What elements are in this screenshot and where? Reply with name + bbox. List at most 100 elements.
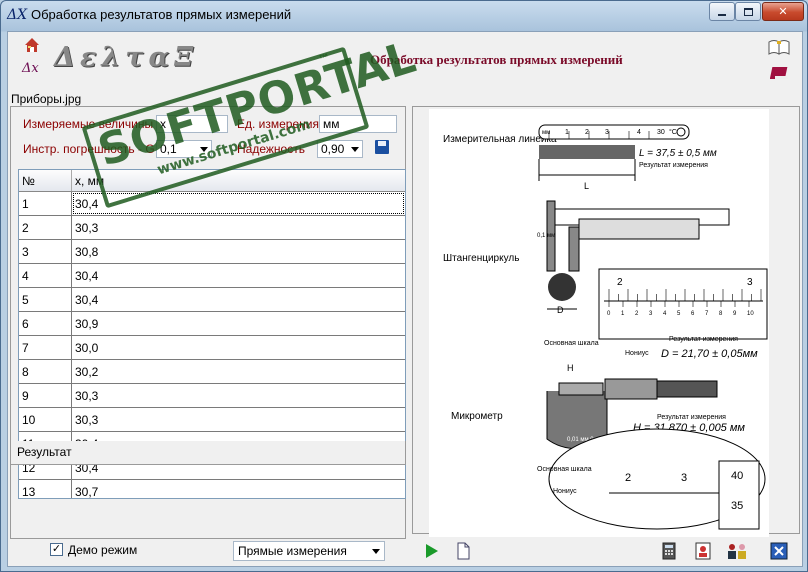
table-row[interactable]: 2 30,3 xyxy=(19,216,405,240)
chevron-down-icon xyxy=(200,147,208,152)
minimize-icon xyxy=(718,13,726,16)
table-row[interactable]: 5 30,4 xyxy=(19,288,405,312)
table-row[interactable]: 7 30,0 xyxy=(19,336,405,360)
logo-small: Δx xyxy=(22,61,39,76)
row-value[interactable]: 30,4 xyxy=(72,288,405,311)
row-value[interactable]: 30,4 xyxy=(72,192,405,215)
home-icon[interactable] xyxy=(24,37,40,53)
row-value[interactable]: 30,3 xyxy=(72,408,405,431)
chevron-down-icon xyxy=(372,549,380,554)
column-header-value[interactable]: x, мм xyxy=(72,170,405,191)
close-button[interactable]: ✕ xyxy=(762,2,804,21)
mode-select[interactable]: Прямые измерения xyxy=(233,541,385,561)
book-icon[interactable] xyxy=(768,38,790,56)
new-document-icon[interactable] xyxy=(454,542,472,560)
save-icon[interactable] xyxy=(375,140,389,154)
row-value[interactable]: 30,2 xyxy=(72,360,405,383)
row-number: 3 xyxy=(19,240,72,263)
image-filename: Приборы.jpg xyxy=(11,92,82,106)
row-value[interactable]: 30,3 xyxy=(72,384,405,407)
table-header: № x, мм xyxy=(19,170,405,192)
demo-checkbox[interactable]: ✓ xyxy=(50,543,63,556)
micro-thimble-b: 35 xyxy=(731,500,743,512)
row-number: 2 xyxy=(19,216,72,239)
instrument-image: Измерительная линейка мм 1 2 3 4 30 °C L… xyxy=(429,109,769,537)
close-icon: ✕ xyxy=(778,6,788,18)
ruler-tick: 3 xyxy=(605,129,609,136)
row-value[interactable]: 30,4 xyxy=(72,264,405,287)
micro-scale-a: 2 xyxy=(625,472,631,484)
users-icon[interactable] xyxy=(724,542,750,560)
bottom-toolbar: ✓ Демо режим Прямые измерения xyxy=(8,538,804,568)
error-select[interactable]: 0,1 xyxy=(156,140,212,158)
table-row[interactable]: 9 30,3 xyxy=(19,384,405,408)
row-value[interactable]: 30,3 xyxy=(72,216,405,239)
caliper-scale-a: 2 xyxy=(617,277,623,288)
row-number: 5 xyxy=(19,288,72,311)
page-heading: Обработка результатов прямых измерений xyxy=(370,52,623,67)
micro-thimble-a: 40 xyxy=(731,470,743,482)
table-row[interactable]: 1 30,4 xyxy=(19,192,405,216)
row-number: 7 xyxy=(19,336,72,359)
ruler-tick: 4 xyxy=(637,129,641,136)
image-panel: Измерительная линейка мм 1 2 3 4 30 °C L… xyxy=(412,106,800,537)
calculator-icon[interactable] xyxy=(660,542,678,560)
ruler-result: L = 37,5 ± 0,5 мм xyxy=(639,148,717,159)
caliper-result-caption: Результат измерения xyxy=(669,336,738,343)
row-value[interactable]: 30,7 xyxy=(72,480,405,498)
caliper-scale-b: 3 xyxy=(747,277,753,288)
ruler-caption: Результат измерения xyxy=(639,162,708,169)
reliability-label: Надежность xyxy=(237,142,305,156)
table-row[interactable]: 4 30,4 xyxy=(19,264,405,288)
caliper-nonius: Нониус xyxy=(625,350,649,357)
title-bar[interactable]: ΔX Обработка результатов прямых измерени… xyxy=(1,1,807,29)
table-row[interactable]: 3 30,8 xyxy=(19,240,405,264)
app-window: ΔX Обработка результатов прямых измерени… xyxy=(0,0,808,572)
row-value[interactable]: 30,8 xyxy=(72,240,405,263)
table-row[interactable]: 10 30,3 xyxy=(19,408,405,432)
demo-label: Демо режим xyxy=(68,543,138,557)
portrait-icon[interactable] xyxy=(694,542,712,560)
quantity-label: Измеряемые величины xyxy=(23,117,154,131)
client-area: Δx ΔελταΞ Обработка результатов прямых и… xyxy=(7,31,803,567)
table-row[interactable]: 6 30,9 xyxy=(19,312,405,336)
play-icon[interactable] xyxy=(422,542,440,560)
reliability-select[interactable]: 0,90 xyxy=(317,140,363,158)
row-number: 4 xyxy=(19,264,72,287)
micro-nonius: Нониус xyxy=(553,488,577,495)
error-value: 0,1 xyxy=(160,142,177,156)
app-logo: ΔελταΞ xyxy=(54,42,199,73)
unit-input[interactable]: мм xyxy=(319,115,397,133)
row-number: 10 xyxy=(19,408,72,431)
micro-label: Микрометр xyxy=(451,411,503,422)
row-value[interactable]: 30,9 xyxy=(72,312,405,335)
maximize-button[interactable] xyxy=(735,2,761,21)
error-label: Инстр. погрешность - G xyxy=(23,142,155,156)
quantity-input[interactable]: x xyxy=(156,115,228,133)
row-number: 6 xyxy=(19,312,72,335)
row-number: 13 xyxy=(19,480,72,498)
ruler-tick: 2 xyxy=(585,129,589,136)
vernier-tick-label: 10 xyxy=(747,311,754,317)
exit-icon[interactable] xyxy=(770,542,788,560)
mode-value: Прямые измерения xyxy=(238,544,347,558)
row-number: 9 xyxy=(19,384,72,407)
caliper-result: D = 21,70 ± 0,05мм xyxy=(661,348,758,360)
minimize-button[interactable] xyxy=(709,2,735,21)
ruler-tick: 1 xyxy=(565,129,569,136)
maximize-icon xyxy=(743,7,753,16)
column-header-number[interactable]: № xyxy=(19,170,72,191)
row-number: 1 xyxy=(19,192,72,215)
app-icon: ΔX xyxy=(7,7,28,23)
micro-main-scale: Основная шкала xyxy=(537,466,592,473)
ruler-unit: мм xyxy=(542,130,550,136)
ruler-degree: °C xyxy=(669,128,677,136)
chevron-down-icon xyxy=(351,147,359,152)
result-field[interactable]: Результат xyxy=(10,441,406,465)
window-title: Обработка результатов прямых измерений xyxy=(31,7,292,22)
red-book-icon[interactable] xyxy=(770,64,792,82)
table-row[interactable]: 8 30,2 xyxy=(19,360,405,384)
table-row[interactable]: 13 30,7 xyxy=(19,480,405,498)
row-value[interactable]: 30,0 xyxy=(72,336,405,359)
caliper-D: D xyxy=(557,305,564,315)
